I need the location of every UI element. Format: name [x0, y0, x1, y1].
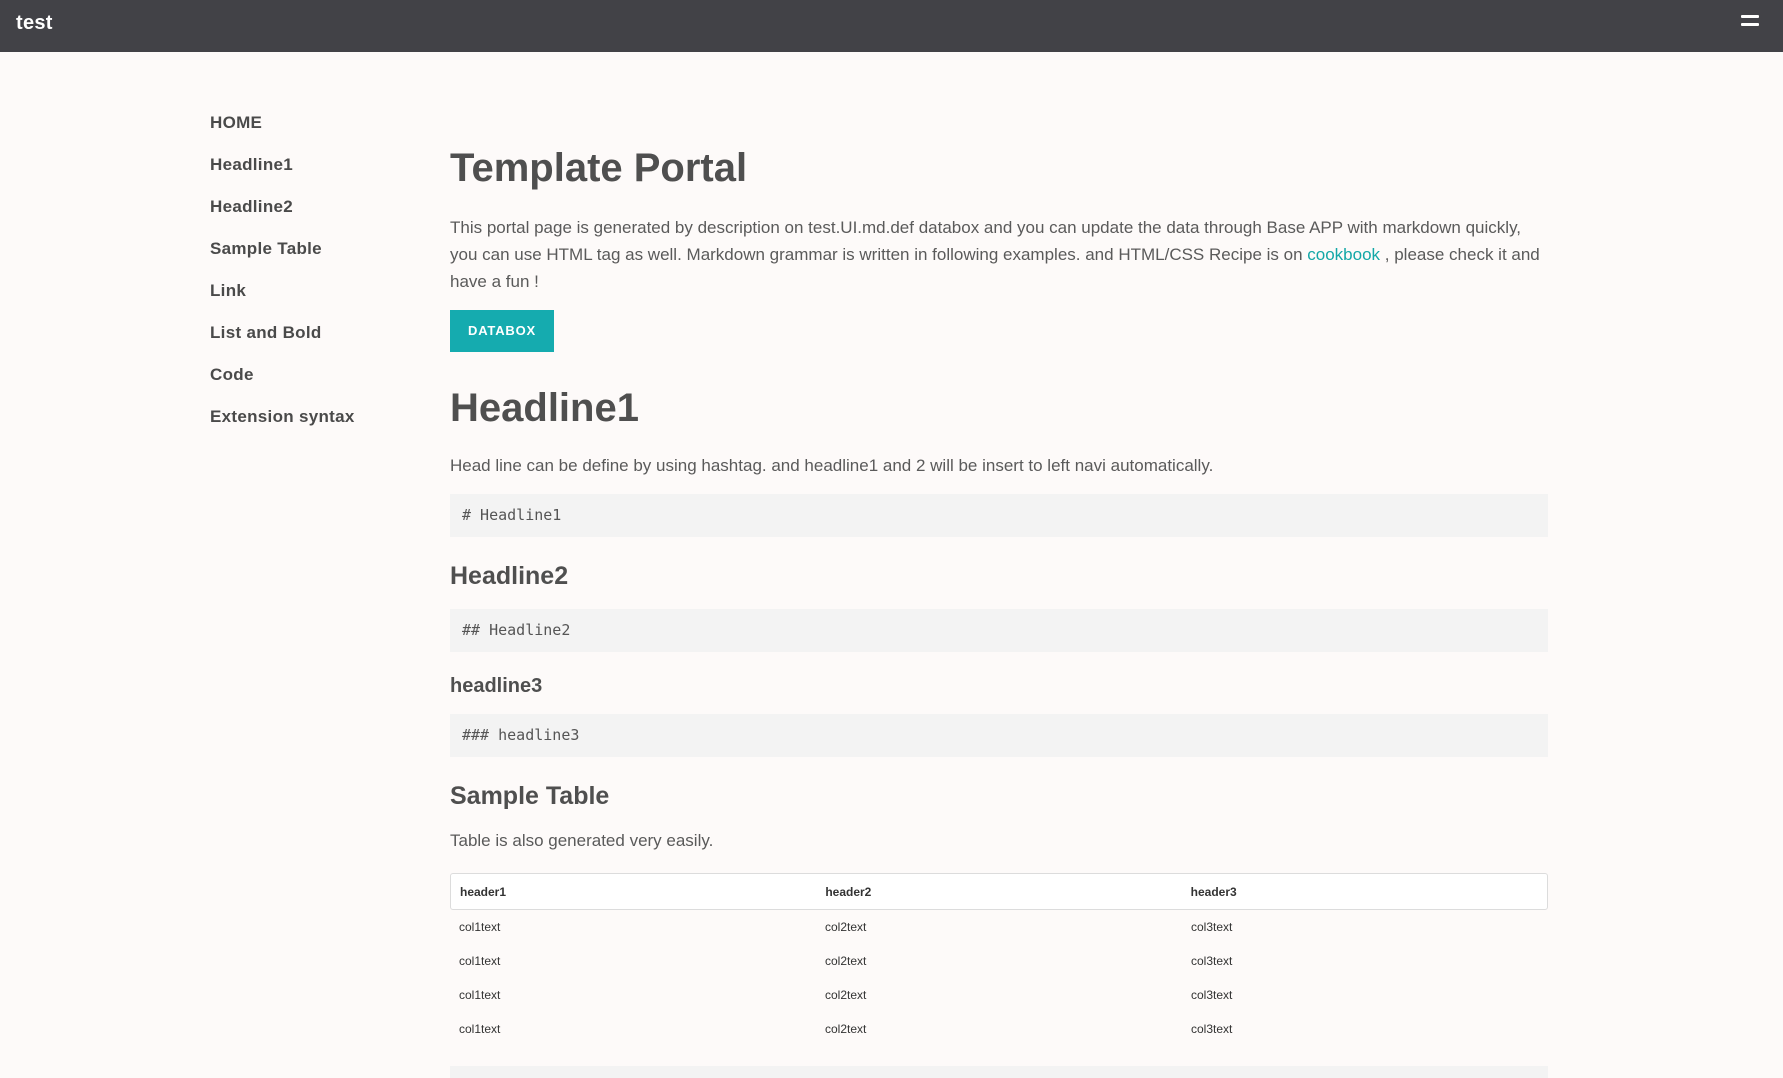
sidebar-item-code[interactable]: Code: [210, 364, 430, 406]
table-cell: col2text: [825, 1022, 867, 1036]
page-title: Template Portal: [450, 146, 748, 190]
sample-table-heading: Sample Table: [450, 782, 610, 810]
table-cell: col3text: [1191, 1022, 1233, 1036]
cookbook-link[interactable]: cookbook: [1307, 245, 1380, 264]
table-row: col1text col2text col3text: [450, 1012, 1548, 1046]
sidebar-item-sample-table[interactable]: Sample Table: [210, 238, 430, 280]
table-cell: col3text: [1191, 954, 1233, 968]
headline2-code-block: ## Headline2: [450, 609, 1548, 652]
headline3-code-block: ### headline3: [450, 714, 1548, 757]
table-header-row: header1 header2 header3: [450, 873, 1548, 910]
table-row: col1text col2text col3text: [450, 978, 1548, 1012]
main-content: Template Portal This portal page is gene…: [450, 140, 1550, 1046]
sidebar-item-home[interactable]: HOME: [210, 112, 430, 154]
table-row: col1text col2text col3text: [450, 910, 1548, 944]
table-cell: col1text: [459, 988, 501, 1002]
sample-table: header1 header2 header3 col1text col2tex…: [450, 873, 1548, 1046]
sidebar-nav: HOME Headline1 Headline2 Sample Table Li…: [210, 112, 430, 448]
headline1-code-block: # Headline1: [450, 494, 1548, 537]
next-code-block: [450, 1066, 1548, 1078]
table-cell: col2text: [825, 988, 867, 1002]
table-cell: col2text: [825, 954, 867, 968]
table-cell: col1text: [459, 920, 501, 934]
table-cell: col1text: [459, 954, 501, 968]
table-header-cell: header3: [1190, 884, 1237, 899]
headline1-description: Head line can be define by using hashtag…: [450, 456, 1214, 475]
table-cell: col3text: [1191, 920, 1233, 934]
headline1-heading: Headline1: [450, 386, 639, 430]
hamburger-icon[interactable]: [1741, 15, 1759, 33]
sidebar-item-list-and-bold[interactable]: List and Bold: [210, 322, 430, 364]
sidebar-item-headline2[interactable]: Headline2: [210, 196, 430, 238]
headline3-heading: headline3: [450, 675, 543, 697]
table-header-cell: header2: [825, 884, 872, 899]
sidebar-item-extension-syntax[interactable]: Extension syntax: [210, 406, 430, 448]
intro-paragraph: This portal page is generated by descrip…: [450, 214, 1550, 295]
databox-button[interactable]: DATABOX: [450, 310, 554, 352]
table-row: col1text col2text col3text: [450, 944, 1548, 978]
table-cell: col1text: [459, 1022, 501, 1036]
headline2-heading: Headline2: [450, 562, 569, 590]
sample-table-description: Table is also generated very easily.: [450, 831, 714, 850]
table-cell: col3text: [1191, 988, 1233, 1002]
sidebar-item-headline1[interactable]: Headline1: [210, 154, 430, 196]
table-cell: col2text: [825, 920, 867, 934]
app-title: test: [16, 12, 53, 34]
top-bar: test: [0, 0, 1783, 52]
sidebar-item-link[interactable]: Link: [210, 280, 430, 322]
table-header-cell: header1: [460, 884, 507, 899]
